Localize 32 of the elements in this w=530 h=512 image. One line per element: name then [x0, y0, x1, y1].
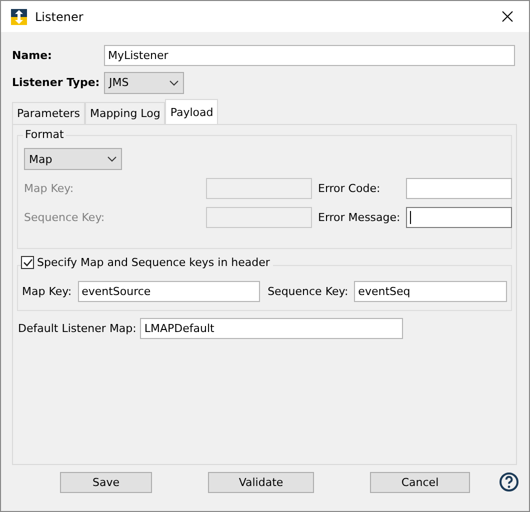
window-title: Listener [35, 10, 84, 24]
field-label: Sequence Key: [24, 211, 106, 224]
chevron-down-icon [107, 156, 117, 162]
field-label: Name: [12, 49, 53, 62]
name-field[interactable]: MyListener [104, 45, 515, 66]
text-field[interactable]: eventSource [78, 281, 260, 302]
text-field[interactable] [406, 207, 512, 228]
dialog-button[interactable]: Validate [208, 472, 314, 492]
field-label: Listener Type: [12, 76, 101, 89]
help-icon[interactable] [499, 472, 519, 492]
field-label: Error Message: [318, 211, 400, 224]
app-logo-icon [11, 8, 27, 24]
checkbox[interactable] [21, 256, 34, 269]
field-label: Default Listener Map: [18, 322, 136, 335]
close-icon[interactable] [502, 11, 513, 22]
tab[interactable]: Parameters [12, 102, 85, 124]
text-field[interactable] [406, 178, 512, 199]
tab[interactable]: Mapping Log [84, 102, 166, 124]
text-field[interactable]: eventSeq [354, 281, 507, 302]
dialog-button[interactable]: Cancel [370, 472, 470, 492]
group-title: Format [23, 128, 66, 141]
listener-type-dropdown[interactable]: JMS [104, 72, 184, 94]
format-dropdown[interactable]: Map [24, 148, 122, 170]
dialog-button[interactable]: Save [60, 472, 152, 492]
field-label: Map Key: [24, 182, 75, 195]
text-field[interactable]: LMAPDefault [140, 318, 404, 339]
checkbox-label: Specify Map and Sequence keys in header [37, 256, 270, 269]
chevron-down-icon [169, 80, 179, 86]
tab[interactable]: Payload [165, 99, 218, 124]
field-label: Map Key: [22, 285, 72, 298]
field-label: Sequence Key: [268, 285, 348, 298]
field-label: Error Code: [318, 182, 382, 195]
